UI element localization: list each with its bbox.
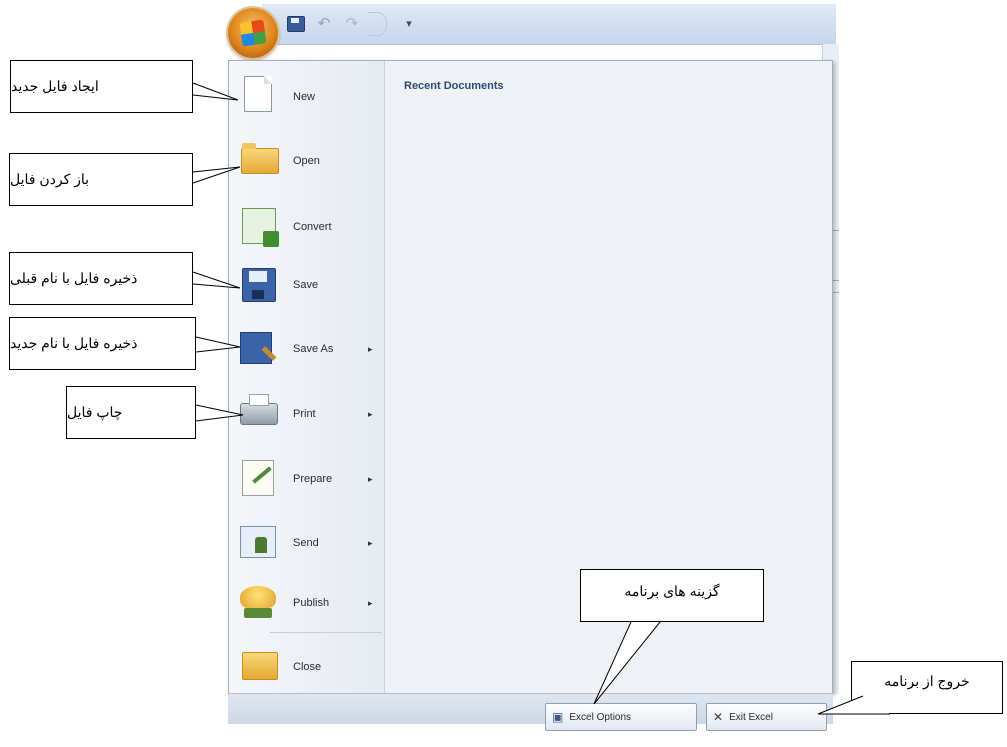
office-button[interactable] — [228, 8, 278, 58]
callout-text: خروج از برنامه — [884, 673, 970, 689]
menu-item-label: Open — [293, 155, 320, 167]
redo-icon[interactable]: ↷ — [338, 14, 366, 32]
open-folder-icon — [241, 143, 279, 174]
office-logo-icon — [239, 19, 267, 47]
recent-documents-title: Recent Documents — [404, 80, 504, 92]
menu-item-open[interactable]: Open — [238, 134, 388, 192]
menu-item-label: Save As — [293, 343, 334, 355]
qat-divider — [368, 12, 387, 36]
menu-item-label: Publish — [293, 597, 330, 609]
menu-item-send[interactable]: Send ▸ — [238, 516, 388, 574]
new-document-icon — [244, 76, 272, 112]
close-icon: ✕ — [713, 710, 724, 724]
submenu-arrow-icon: ▸ — [368, 409, 373, 419]
submenu-arrow-icon: ▸ — [368, 538, 373, 548]
menu-item-close[interactable]: Close — [238, 640, 388, 698]
callout-save-as: ذخیره فایل با نام جدید — [9, 317, 196, 370]
callout-exit: خروج از برنامه — [851, 661, 1003, 714]
menu-item-save[interactable]: Save — [238, 258, 388, 316]
excel-options-button[interactable]: ▣ Excel Options — [545, 703, 697, 731]
menu-item-print[interactable]: Print ▸ — [238, 387, 388, 445]
menu-item-label: Close — [293, 661, 322, 673]
excel-options-label: Excel Options — [569, 711, 632, 723]
customize-qat-button[interactable]: ▾ — [402, 14, 416, 32]
menu-item-label: Send — [293, 537, 319, 549]
callout-text: ایجاد فایل جدید — [11, 78, 99, 94]
menu-item-new[interactable]: New — [238, 70, 388, 128]
options-icon: ▣ — [552, 710, 564, 724]
callout-text: ذخیره فایل با نام جدید — [10, 335, 138, 351]
close-folder-icon — [242, 652, 278, 680]
callout-text: باز کردن فایل — [10, 171, 90, 187]
callout-print: چاپ فایل — [66, 386, 196, 439]
callout-text: گزینه های برنامه — [624, 583, 720, 599]
callout-options: گزینه های برنامه — [580, 569, 764, 622]
menu-item-label: Print — [293, 408, 316, 420]
exit-excel-label: Exit Excel — [729, 711, 773, 723]
convert-icon — [242, 208, 279, 247]
menu-item-save-as[interactable]: Save As ▸ — [238, 322, 388, 380]
callout-text: ذخیره فایل با نام قبلی — [10, 270, 138, 286]
printer-icon — [240, 394, 278, 425]
menu-item-label: Prepare — [293, 473, 333, 485]
save-icon[interactable] — [287, 16, 305, 32]
callout-open: باز کردن فایل — [9, 153, 193, 206]
save-as-icon — [240, 332, 272, 364]
submenu-arrow-icon: ▸ — [368, 598, 373, 608]
menu-item-label: New — [293, 91, 316, 103]
save-disk-icon — [242, 268, 276, 302]
menu-divider — [270, 632, 382, 633]
undo-icon[interactable]: ↶ — [310, 14, 338, 32]
prepare-icon — [242, 460, 274, 496]
menu-item-prepare[interactable]: Prepare ▸ — [238, 452, 388, 510]
callout-save: ذخیره فایل با نام قبلی — [9, 252, 193, 305]
menu-item-label: Save — [293, 279, 319, 291]
menu-item-label: Convert — [293, 221, 332, 233]
menu-item-publish[interactable]: Publish ▸ — [238, 576, 388, 634]
submenu-arrow-icon: ▸ — [368, 344, 373, 354]
publish-icon — [240, 586, 276, 618]
exit-excel-button[interactable]: ✕ Exit Excel — [706, 703, 827, 731]
submenu-arrow-icon: ▸ — [368, 474, 373, 484]
send-icon — [240, 526, 276, 558]
callout-new: ایجاد فایل جدید — [10, 60, 193, 113]
menu-item-convert[interactable]: Convert — [238, 200, 388, 258]
callout-text: چاپ فایل — [67, 404, 123, 420]
